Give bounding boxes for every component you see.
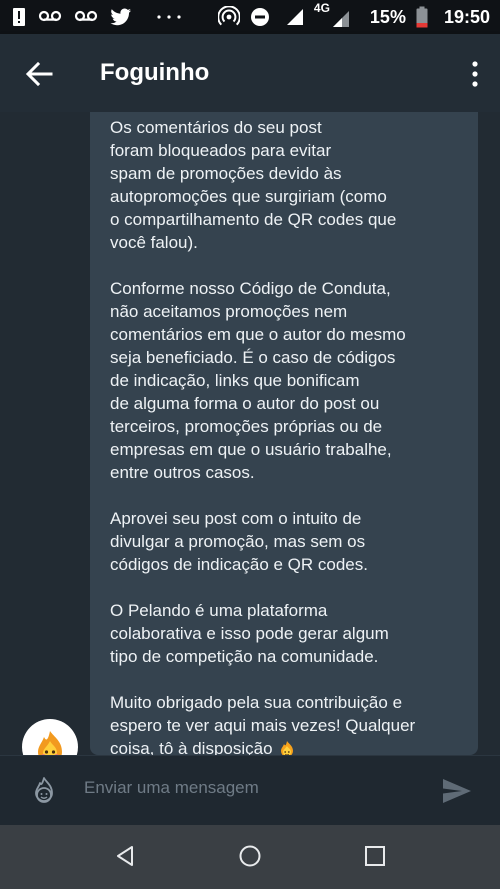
twitter-icon: [110, 8, 131, 26]
message-paragraph-last: Muito obrigado pela sua contribuição e e…: [110, 691, 470, 755]
nav-back-icon[interactable]: [113, 844, 137, 868]
system-nav-bar: [0, 825, 500, 889]
back-arrow-icon[interactable]: [24, 59, 54, 89]
signal-icon: [286, 9, 303, 25]
status-bar-system: 4G 15% 19:50: [217, 0, 490, 34]
message-input[interactable]: Enviar uma mensagem: [84, 778, 259, 798]
send-icon[interactable]: [442, 778, 472, 804]
message-paragraph: Conforme nosso Código de Conduta, não ac…: [110, 279, 406, 482]
clock: 19:50: [443, 6, 490, 27]
nav-home-icon[interactable]: [238, 844, 262, 868]
avatar[interactable]: [22, 719, 78, 755]
overflow-menu-icon[interactable]: [470, 59, 480, 89]
network-type: 4G: [313, 0, 330, 15]
chat-messages[interactable]: Os comentários do seu post foram bloquea…: [0, 112, 500, 755]
battery-icon: [416, 6, 428, 28]
fire-face-emoji-icon: [280, 740, 293, 755]
alert-icon: [13, 8, 25, 26]
message-paragraph: Aprovei seu post com o intuito de divulg…: [110, 509, 368, 574]
message-paragraph: Os comentários do seu post foram bloquea…: [110, 118, 397, 252]
network-indicator: 4G: [314, 1, 350, 28]
battery-percent: 15%: [369, 6, 406, 27]
signal-icon: [332, 10, 349, 27]
dnd-icon: [250, 8, 269, 26]
nav-recents-icon[interactable]: [364, 845, 386, 867]
hotspot-icon: [217, 6, 240, 26]
message-paragraph: O Pelando é uma plataforma colaborativa …: [110, 601, 389, 666]
chat-title: Foguinho: [100, 59, 210, 86]
message-paragraph: Muito obrigado pela sua contribuição e e…: [110, 693, 416, 755]
emoji-picker-icon[interactable]: [30, 776, 58, 806]
fire-mascot-icon: [38, 731, 62, 755]
message-composer: Enviar uma mensagem: [0, 755, 500, 826]
voicemail-icon: [38, 10, 62, 22]
message-text: Os comentários do seu post foram bloquea…: [110, 116, 470, 755]
app-toolbar: Foguinho: [0, 34, 500, 112]
more-icon: [157, 15, 181, 19]
voicemail-icon: [74, 10, 98, 22]
status-bar: 4G 15% 19:50: [0, 0, 500, 34]
status-bar-notifications: [12, 0, 182, 34]
